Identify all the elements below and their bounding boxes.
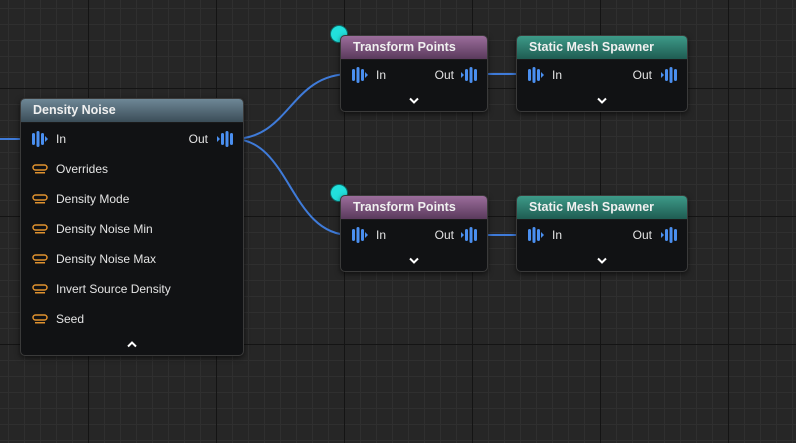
output-pin-icon[interactable] xyxy=(460,225,478,245)
param-label: Density Noise Min xyxy=(56,222,153,236)
param-row-invert-source-density[interactable]: Invert Source Density xyxy=(21,279,243,299)
input-pin-icon[interactable] xyxy=(351,225,369,245)
transform-points-node-2[interactable]: Transform Points In Out xyxy=(340,195,488,272)
out-pin-label: Out xyxy=(632,228,652,242)
param-label: Seed xyxy=(56,312,85,326)
static-mesh-spawner-node-2[interactable]: Static Mesh Spawner In Out xyxy=(516,195,688,272)
transform-points-node-1[interactable]: Transform Points In Out xyxy=(340,35,488,112)
param-pin-icon[interactable] xyxy=(32,224,48,234)
param-label: Density Mode xyxy=(56,192,130,206)
chevron-down-icon[interactable] xyxy=(596,257,608,265)
param-row-density-noise-max[interactable]: Density Noise Max xyxy=(21,249,243,269)
in-pin-label: In xyxy=(376,228,387,242)
param-label: Overrides xyxy=(56,162,109,176)
in-pin-label: In xyxy=(56,132,67,146)
output-pin-icon[interactable] xyxy=(216,129,234,149)
param-row-density-noise-min[interactable]: Density Noise Min xyxy=(21,219,243,239)
out-pin-label: Out xyxy=(434,228,454,242)
in-pin-label: In xyxy=(552,68,563,82)
param-pin-icon[interactable] xyxy=(32,164,48,174)
param-pin-icon[interactable] xyxy=(32,194,48,204)
density-noise-node[interactable]: Density Noise In Out Overrides Density M… xyxy=(20,98,244,356)
in-pin-label: In xyxy=(376,68,387,82)
param-row-seed[interactable]: Seed xyxy=(21,309,243,329)
input-pin-icon[interactable] xyxy=(351,65,369,85)
input-pin-icon[interactable] xyxy=(31,129,49,149)
param-pin-icon[interactable] xyxy=(32,284,48,294)
param-row-overrides[interactable]: Overrides xyxy=(21,159,243,179)
input-pin-icon[interactable] xyxy=(527,225,545,245)
out-pin-label: Out xyxy=(434,68,454,82)
static-mesh-spawner-node-1[interactable]: Static Mesh Spawner In Out xyxy=(516,35,688,112)
input-pin-icon[interactable] xyxy=(527,65,545,85)
param-pin-icon[interactable] xyxy=(32,314,48,324)
chevron-up-icon[interactable] xyxy=(126,340,138,348)
output-pin-icon[interactable] xyxy=(460,65,478,85)
out-pin-label: Out xyxy=(632,68,652,82)
chevron-down-icon[interactable] xyxy=(596,97,608,105)
output-pin-icon[interactable] xyxy=(660,225,678,245)
param-row-density-mode[interactable]: Density Mode xyxy=(21,189,243,209)
param-label: Invert Source Density xyxy=(56,282,171,296)
wire-density-to-transform-1[interactable] xyxy=(232,73,351,140)
output-pin-icon[interactable] xyxy=(660,65,678,85)
out-pin-label: Out xyxy=(188,132,208,146)
node-title[interactable]: Transform Points xyxy=(341,196,487,220)
node-title[interactable]: Transform Points xyxy=(341,36,487,60)
node-title[interactable]: Static Mesh Spawner xyxy=(517,36,687,60)
chevron-down-icon[interactable] xyxy=(408,257,420,265)
chevron-down-icon[interactable] xyxy=(408,97,420,105)
node-title[interactable]: Static Mesh Spawner xyxy=(517,196,687,220)
node-title[interactable]: Density Noise xyxy=(21,99,243,123)
param-pin-icon[interactable] xyxy=(32,254,48,264)
param-label: Density Noise Max xyxy=(56,252,157,266)
in-pin-label: In xyxy=(552,228,563,242)
